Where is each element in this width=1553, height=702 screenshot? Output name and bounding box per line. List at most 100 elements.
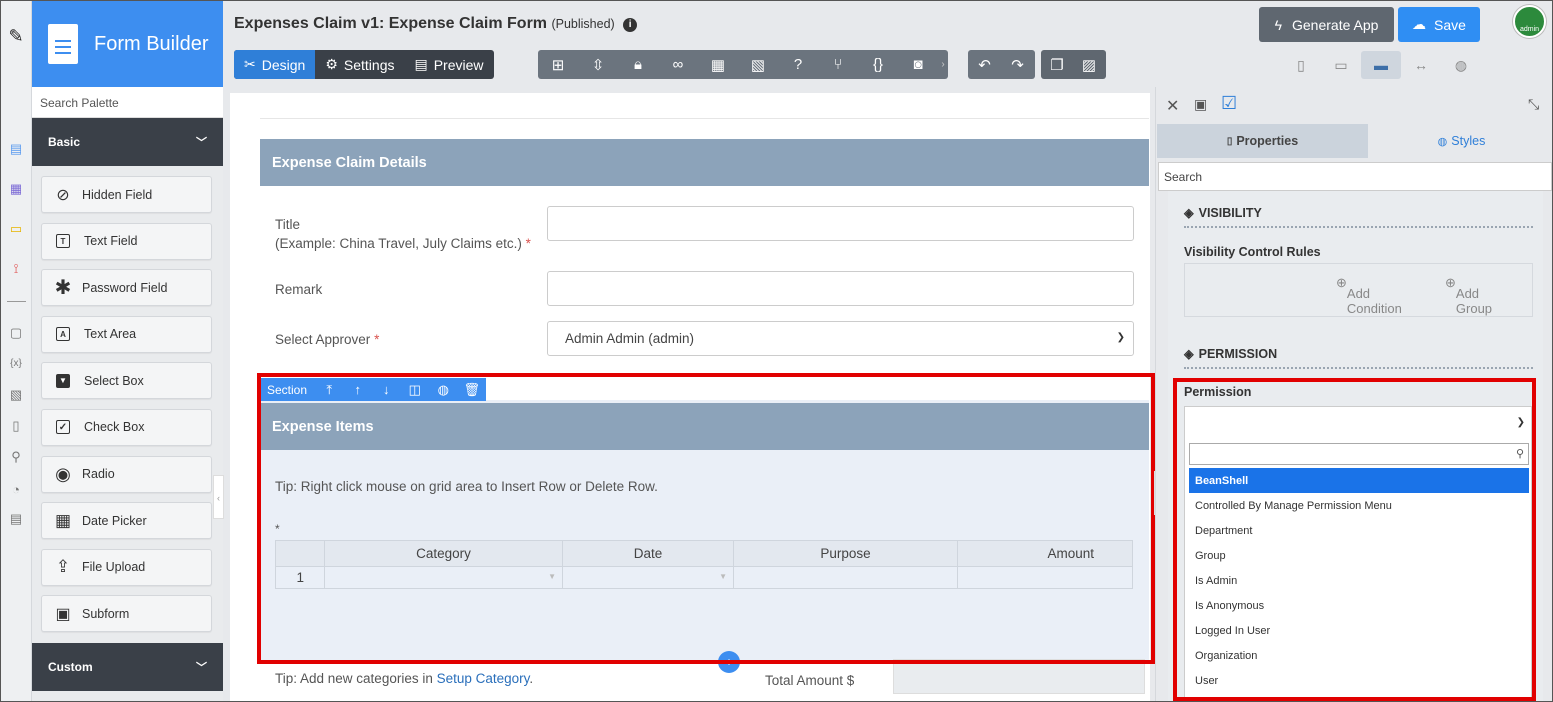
save-button[interactable]: ☁ Save	[1398, 7, 1480, 42]
lock-icon[interactable]: 🔒︎	[618, 56, 658, 73]
builder-toolbar: ⊞ ⇳ 🔒︎ ∞ ▦ ▧ ? ⑂ {} ◙ ›	[538, 50, 948, 79]
bolt-icon: ϟ	[1274, 16, 1282, 33]
form-builder-icon	[48, 24, 78, 64]
brand-header: Form Builder	[32, 1, 223, 87]
palette-item-password-field[interactable]: ✱ Password Field	[41, 269, 212, 307]
add-condition-button[interactable]: ⊕ Add Condition	[1336, 275, 1402, 316]
palette-item-radio[interactable]: ◉ Radio	[41, 455, 212, 493]
palette-items: ⊘ Hidden Field T Text Field ✱ Password Fiel…	[32, 166, 223, 643]
palette-item-select-box[interactable]: ▼ Select Box	[41, 362, 212, 400]
check-square-icon[interactable]: ☑	[1221, 93, 1237, 114]
info-icon[interactable]: i	[623, 18, 638, 32]
form-icon[interactable]: ▤	[7, 140, 25, 158]
publish-status: (Published)	[551, 17, 615, 31]
remark-input[interactable]	[547, 271, 1134, 306]
compress-icon[interactable]: ⇳	[578, 56, 618, 74]
setup-category-link[interactable]: Setup Category	[437, 671, 530, 686]
window-icon[interactable]: ▣	[1194, 96, 1207, 113]
palette-item-check-box[interactable]: ✓ Check Box	[41, 408, 212, 446]
layers-icon: ◈	[1184, 206, 1194, 220]
undo-redo-group: ↶ ↷	[968, 50, 1035, 79]
undo-icon[interactable]: ↶	[968, 56, 1001, 74]
tree-icon[interactable]: ⊞	[538, 56, 578, 74]
branch-icon[interactable]: ⑂	[818, 56, 858, 73]
visibility-heading: ◈ VISIBILITY	[1184, 205, 1533, 228]
add-group-button[interactable]: ⊕ Add Group	[1445, 275, 1492, 316]
palette-item-text-area[interactable]: A Text Area	[41, 315, 212, 353]
eye-slash-icon: ⊘	[56, 186, 70, 204]
code-icon[interactable]: {}	[858, 56, 898, 73]
tab-design[interactable]: ✂ Design	[234, 50, 316, 79]
file-icon[interactable]: ▯	[7, 417, 25, 435]
palette-item-date-picker[interactable]: ▦ Date Picker	[41, 502, 212, 540]
total-label: Total Amount $	[765, 673, 855, 688]
datalist-icon[interactable]: ▦	[7, 180, 25, 198]
cloud-upload-icon: ☁	[1412, 16, 1427, 32]
category-label: Basic	[48, 135, 81, 149]
redo-icon[interactable]: ↷	[1001, 56, 1034, 74]
title-label: Title (Example: China Travel, July Claim…	[275, 217, 531, 251]
tab-preview[interactable]: ▤ Preview	[404, 50, 493, 79]
phone-icon[interactable]: ▯	[1281, 51, 1321, 79]
generate-app-button[interactable]: ϟ Generate App	[1259, 7, 1394, 42]
compress-icon[interactable]: ⤡	[1528, 96, 1539, 113]
palette-category-custom[interactable]: Custom ﹀	[32, 643, 223, 691]
category-tip: Tip: Add new categories in Setup Categor…	[275, 671, 534, 686]
gear-icon: ⚙	[325, 56, 338, 72]
remark-label: Remark	[275, 282, 323, 297]
highlight-section-box	[257, 373, 1155, 664]
palette-search-input[interactable]: Search Palette	[32, 87, 223, 118]
chevron-down-icon: ❯	[1116, 332, 1125, 343]
i18n-icon[interactable]: ▧	[7, 386, 25, 404]
camera-icon[interactable]: ◙	[898, 56, 938, 73]
properties-search-input[interactable]: Search	[1158, 162, 1552, 191]
design-icon: ✂	[244, 56, 256, 72]
asterisk-icon: ✱	[54, 277, 72, 300]
title-input[interactable]	[547, 206, 1134, 241]
laptop-icon[interactable]: ▬	[1361, 51, 1401, 79]
palette-category-basic[interactable]: Basic ﹀	[32, 118, 223, 166]
userview-icon[interactable]: ▭	[7, 220, 25, 238]
variables-icon[interactable]: {x}	[7, 354, 25, 372]
tab-styles[interactable]: ◍ Styles	[1368, 124, 1552, 158]
avatar[interactable]: admin	[1513, 5, 1546, 38]
panel-tabs: ▯ Properties ◍ Styles	[1156, 124, 1552, 158]
table-icon[interactable]: ▦	[698, 56, 738, 74]
chevron-right-icon[interactable]: ›	[938, 59, 948, 70]
palette-collapse-handle[interactable]: ‹	[213, 475, 224, 519]
palette-item-hidden-field[interactable]: ⊘ Hidden Field	[41, 176, 212, 213]
palette-icon: ◍	[1437, 135, 1448, 148]
edit-icon[interactable]: ✎	[5, 26, 27, 46]
brand-title: Form Builder	[94, 32, 209, 55]
palette-item-text-field[interactable]: T Text Field	[41, 222, 212, 260]
left-rail: ✎ ▤ ▦ ▭ ⟟ ▢ {x} ▧ ▯ ⚲ ◔ ▤	[1, 1, 32, 701]
plugin-icon[interactable]: ⚲	[7, 448, 25, 466]
visibility-rules-box: ⊕ Add Condition ⊕ Add Group	[1184, 263, 1533, 317]
highlight-permission-box	[1173, 378, 1536, 701]
fullwidth-icon[interactable]: ↔	[1401, 51, 1441, 79]
copy-icon[interactable]: ❐	[1041, 56, 1073, 74]
logs-icon[interactable]: ▤	[7, 510, 25, 528]
palette-item-file-upload[interactable]: ⇪ File Upload	[41, 548, 212, 586]
translate-icon[interactable]: ▧	[738, 56, 778, 74]
properties-icon[interactable]: ▢	[7, 324, 25, 342]
process-icon[interactable]: ⟟	[7, 260, 25, 278]
check-box-icon: ✓	[56, 420, 70, 435]
close-icon[interactable]: ✕	[1166, 96, 1179, 116]
tablet-icon[interactable]: ▭	[1321, 51, 1361, 79]
performance-icon[interactable]: ◔	[7, 480, 25, 498]
permission-heading: ◈ PERMISSION	[1184, 346, 1533, 369]
device-switcher: ▯ ▭ ▬ ↔ ◍	[1281, 51, 1481, 79]
text-area-icon: A	[56, 327, 70, 342]
app-window: ✎ ▤ ▦ ▭ ⟟ ▢ {x} ▧ ▯ ⚲ ◔ ▤ Form Builder S…	[0, 0, 1553, 702]
palette-icon[interactable]: ◍	[1441, 51, 1481, 79]
paste-icon[interactable]: ▨	[1073, 56, 1105, 74]
approver-select[interactable]: Admin Admin (admin) ❯	[547, 321, 1134, 356]
tab-properties[interactable]: ▯ Properties	[1157, 124, 1368, 158]
help-icon[interactable]: ?	[778, 56, 818, 73]
palette-item-subform[interactable]: ▣ Subform	[41, 595, 212, 633]
visibility-rules-label: Visibility Control Rules	[1184, 245, 1321, 259]
tab-settings[interactable]: ⚙ Settings	[315, 50, 404, 79]
binoculars-icon[interactable]: ∞	[658, 56, 698, 73]
rail-divider	[7, 301, 26, 302]
